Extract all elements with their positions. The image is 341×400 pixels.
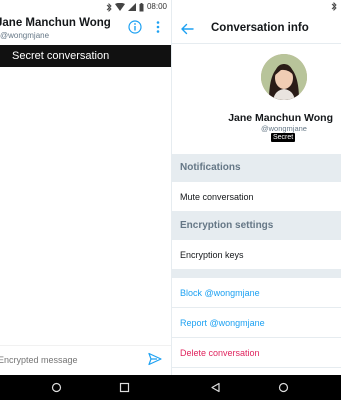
secret-conversation-banner: Secret conversation [0, 45, 171, 67]
encryption-settings-section-header: Encryption settings [172, 212, 341, 240]
navigation-bar [0, 375, 341, 400]
recents-icon[interactable] [119, 382, 130, 393]
back-arrow-icon[interactable] [180, 22, 194, 36]
conversation-info-screen: Conversation info Jane Manchun Wong @won… [171, 0, 341, 375]
section-divider [172, 270, 341, 278]
contact-handle: @wongmjane [0, 31, 50, 40]
bluetooth-icon [331, 2, 337, 11]
notifications-section-header: Notifications [172, 154, 341, 182]
delete-conversation-item[interactable]: Delete conversation [172, 338, 341, 368]
status-time: 08:00 [146, 2, 167, 11]
avatar[interactable] [261, 54, 307, 100]
contact-name[interactable]: Jane Manchun Wong [0, 17, 111, 29]
back-icon[interactable] [210, 382, 221, 393]
chat-header: Jane Manchun Wong @wongmjane [0, 14, 171, 44]
report-user-item[interactable]: Report @wongmjane [172, 308, 341, 338]
chat-screen: 08:00 Jane Manchun Wong @wongmjane Secre… [0, 0, 171, 375]
page-title: Conversation info [211, 22, 309, 34]
profile-name: Jane Manchun Wong [228, 112, 333, 124]
profile-photo [261, 54, 307, 100]
status-bar [172, 0, 341, 14]
signal-icon [127, 3, 136, 11]
bluetooth-icon [106, 2, 112, 12]
info-icon[interactable] [128, 20, 142, 34]
battery-icon [139, 2, 144, 11]
secret-badge: Secret [271, 133, 296, 142]
encryption-keys-item[interactable]: Encryption keys [172, 240, 341, 270]
message-composer [0, 345, 171, 373]
home-icon[interactable] [278, 382, 289, 393]
profile-handle: @wongmjane [261, 124, 307, 133]
more-options-icon[interactable] [154, 20, 162, 34]
message-input[interactable] [0, 351, 136, 369]
info-header: Conversation info [172, 14, 341, 44]
message-list [0, 67, 171, 344]
block-user-item[interactable]: Block @wongmjane [172, 278, 341, 308]
wifi-icon [114, 3, 125, 11]
send-icon[interactable] [148, 352, 162, 366]
mute-conversation-item[interactable]: Mute conversation [172, 182, 341, 212]
home-icon[interactable] [51, 382, 62, 393]
status-bar: 08:00 [0, 0, 171, 14]
